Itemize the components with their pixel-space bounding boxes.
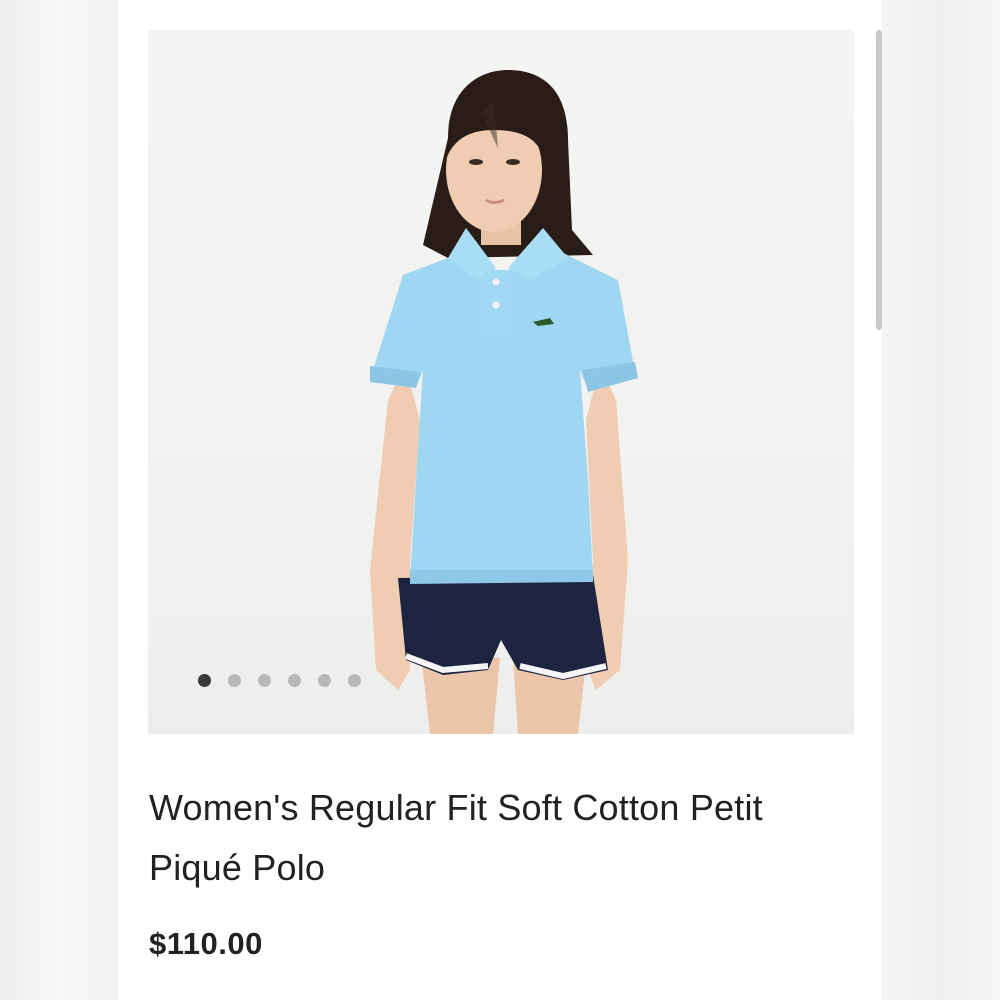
carousel-dot-4[interactable]	[288, 674, 301, 687]
carousel-dot-1[interactable]	[198, 674, 211, 687]
carousel-dot-2[interactable]	[228, 674, 241, 687]
product-image	[370, 70, 638, 734]
carousel-indicators	[198, 674, 361, 687]
carousel-dot-6[interactable]	[348, 674, 361, 687]
product-image-carousel[interactable]	[148, 30, 854, 734]
scrollbar-thumb[interactable]	[876, 30, 882, 330]
product-price: $110.00	[149, 926, 263, 961]
product-title: Women's Regular Fit Soft Cotton Petit Pi…	[149, 787, 763, 888]
product-page: Women's Regular Fit Soft Cotton Petit Pi…	[118, 0, 882, 1000]
carousel-dot-5[interactable]	[318, 674, 331, 687]
carousel-dot-3[interactable]	[258, 674, 271, 687]
